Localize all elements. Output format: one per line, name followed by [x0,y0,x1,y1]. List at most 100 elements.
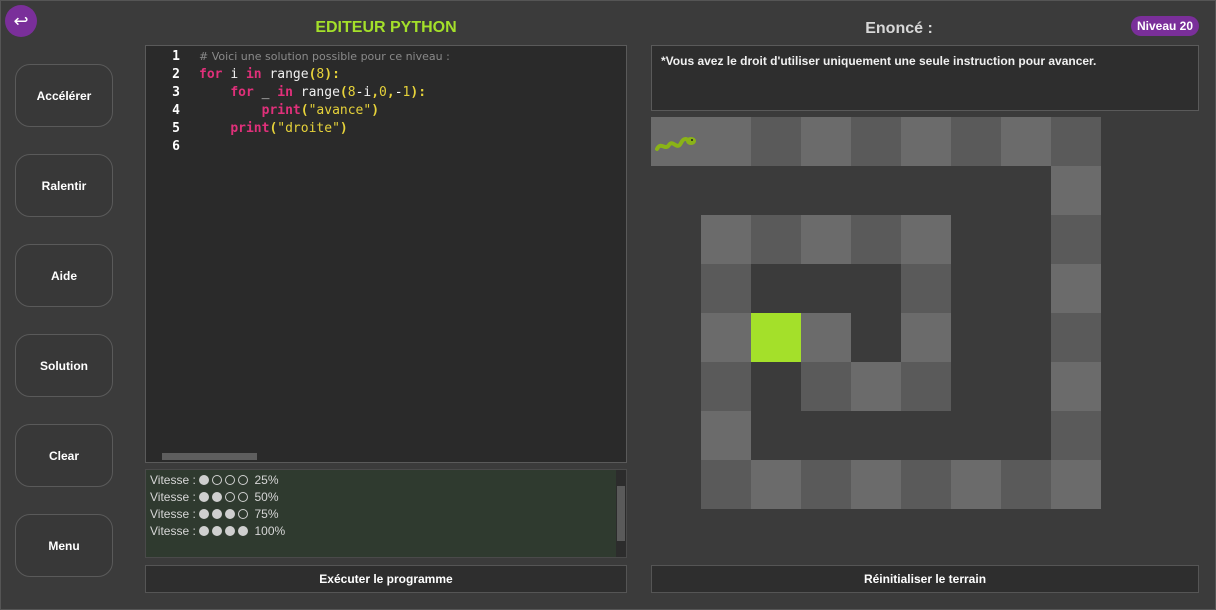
path-cell [801,362,851,411]
reset-terrain-button[interactable]: Réinitialiser le terrain [651,565,1199,593]
path-cell [701,313,751,362]
speed-label: Vitesse : [150,490,200,504]
speed-value: 50% [251,490,279,504]
filled-dot-icon [225,509,236,519]
goal-cell [751,313,801,362]
path-cell [901,215,951,264]
path-cell [701,215,751,264]
path-cell [801,117,851,166]
line-number: 5 [172,121,180,136]
path-cell [701,117,751,166]
console-line: Vitesse : 50% [150,489,279,505]
filled-dot-icon [199,509,210,519]
empty-dot-icon [238,475,249,485]
path-cell [1051,215,1101,264]
app-window: ↩ Accélérer Ralentir Aide Solution Clear… [0,0,1216,610]
console-scrollbar[interactable] [616,470,626,557]
empty-dot-icon [225,492,236,502]
filled-dot-icon [238,526,249,536]
clear-button[interactable]: Clear [15,424,113,487]
code-line[interactable]: 2 for i in range(8): [146,66,626,84]
empty-dot-icon [225,475,236,485]
editor-title: EDITEUR PYTHON [315,19,457,36]
ralentir-button[interactable]: Ralentir [15,154,113,217]
path-cell [951,460,1001,509]
path-cell [1051,166,1101,215]
horizontal-scrollbar[interactable] [162,453,257,460]
code-text[interactable]: print("droite") [199,120,347,138]
snake-icon [655,137,696,151]
code-line[interactable]: 6 [146,138,626,156]
speed-label: Vitesse : [150,473,200,487]
path-cell [1051,460,1101,509]
solution-button[interactable]: Solution [15,334,113,397]
empty-dot-icon [212,475,223,485]
output-console: Vitesse : 25% Vitesse : 50% Vitesse : 75% V… [145,469,627,558]
path-cell [1051,313,1101,362]
console-line: Vitesse : 25% [150,472,279,488]
accelerer-button[interactable]: Accélérer [15,64,113,127]
filled-dot-icon [212,526,223,536]
line-number: 4 [172,103,180,118]
path-cell [701,460,751,509]
path-cell [1001,117,1051,166]
enonce-title: Enoncé : [865,20,933,37]
aide-button[interactable]: Aide [15,244,113,307]
path-cell [851,460,901,509]
path-cell [801,313,851,362]
speed-label: Vitesse : [150,507,200,521]
path-cell [901,460,951,509]
code-line[interactable]: 3 for _ in range(8-i,0,-1): [146,84,626,102]
enonce-text: *Vous avez le droit d'utiliser uniquemen… [661,54,1097,68]
speed-value: 100% [251,524,286,538]
enonce-box: *Vous avez le droit d'utiliser uniquemen… [651,45,1199,111]
code-line[interactable]: 1 # Voici une solution possible pour ce n… [146,48,626,66]
line-number: 2 [172,67,180,82]
path-cell [1001,460,1051,509]
code-text[interactable]: for _ in range(8-i,0,-1): [199,84,426,102]
path-cell [851,362,901,411]
empty-dot-icon [238,509,249,519]
line-number: 1 [172,49,180,64]
code-line[interactable]: 4 print("avance") [146,102,626,120]
code-editor[interactable]: 1 # Voici une solution possible pour ce n… [145,45,627,463]
path-cell [1051,411,1101,460]
path-cell [751,460,801,509]
console-line: Vitesse : 100% [150,523,285,539]
path-cell [701,411,751,460]
line-number: 6 [172,139,180,154]
path-cell [851,117,901,166]
code-text[interactable]: print("avance") [199,102,379,120]
filled-dot-icon [199,475,210,485]
empty-dot-icon [238,492,249,502]
filled-dot-icon [212,509,223,519]
console-line: Vitesse : 75% [150,506,279,522]
path-cell [801,215,851,264]
filled-dot-icon [212,492,223,502]
filled-dot-icon [225,526,236,536]
menu-button[interactable]: Menu [15,514,113,577]
terrain-grid [651,117,1101,510]
snake-cell [651,117,701,166]
line-number: 3 [172,85,180,100]
console-scrollbar-thumb[interactable] [617,486,625,541]
path-cell [751,215,801,264]
path-cell [1051,264,1101,313]
path-cell [1051,362,1101,411]
back-arrow-icon[interactable]: ↩ [5,5,37,37]
path-cell [701,362,751,411]
filled-dot-icon [199,492,210,502]
path-cell [901,362,951,411]
filled-dot-icon [199,526,210,536]
path-cell [901,117,951,166]
path-cell [901,264,951,313]
path-cell [1051,117,1101,166]
code-text[interactable]: # Voici une solution possible pour ce ni… [199,48,450,66]
path-cell [751,117,801,166]
path-cell [801,460,851,509]
path-cell [951,117,1001,166]
code-line[interactable]: 5 print("droite") [146,120,626,138]
code-text[interactable]: for i in range(8): [199,66,340,84]
speed-label: Vitesse : [150,524,200,538]
run-program-button[interactable]: Exécuter le programme [145,565,627,593]
